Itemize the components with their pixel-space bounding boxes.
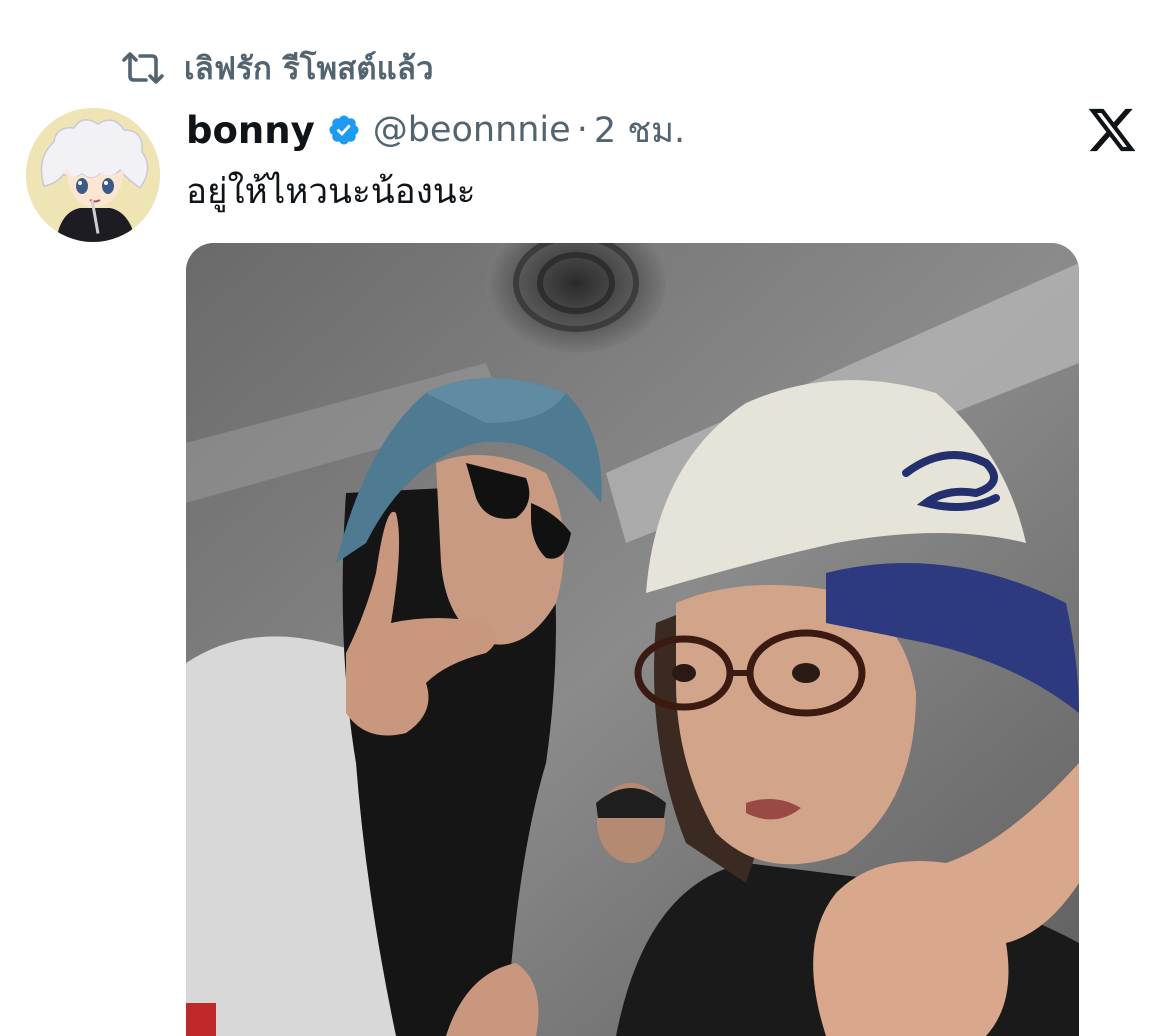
display-name[interactable]: bonny <box>186 109 315 152</box>
repost-label: เลิฟรัก รีโพสต์แล้ว <box>184 51 434 87</box>
verified-badge-icon[interactable] <box>327 113 361 147</box>
repost-indicator[interactable]: เลิฟรัก รีโพสต์แล้ว <box>120 46 434 90</box>
photo-image <box>186 243 1079 1036</box>
separator-dot: · <box>576 110 588 150</box>
user-handle[interactable]: @beonnnie <box>373 110 571 150</box>
tweet-photo[interactable] <box>186 243 1079 1036</box>
x-logo-icon[interactable] <box>1086 104 1138 156</box>
timestamp[interactable]: 2 ชม. <box>594 103 685 158</box>
repost-icon <box>120 48 166 88</box>
tweet-text: อยู่ให้ไหวนะน้องนะ <box>186 172 476 212</box>
tweet-header: bonny @beonnnie · 2 ชม. <box>186 104 685 156</box>
tweet-card: เลิฟรัก รีโพสต์แล้ว bonny @beonnnie · 2 … <box>0 0 1170 1036</box>
avatar[interactable] <box>26 108 160 242</box>
